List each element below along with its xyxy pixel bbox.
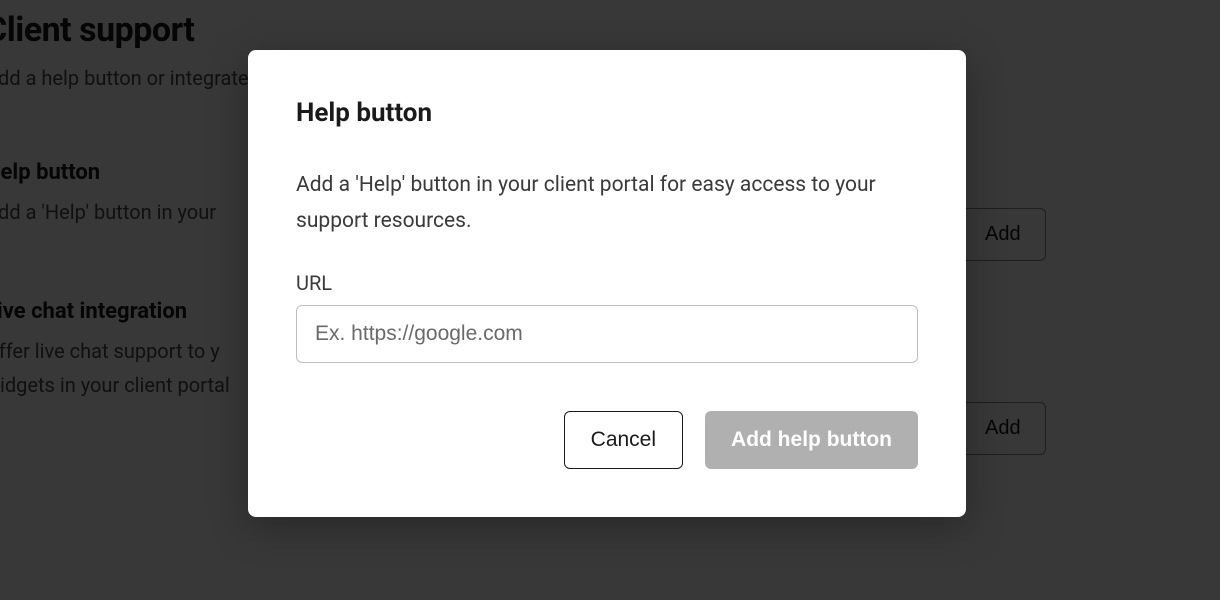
- url-label: URL: [296, 271, 918, 295]
- help-button-modal: Help button Add a 'Help' button in your …: [248, 50, 966, 517]
- modal-description: Add a 'Help' button in your client porta…: [296, 168, 918, 239]
- modal-title: Help button: [296, 98, 918, 128]
- cancel-button[interactable]: Cancel: [564, 411, 683, 469]
- add-help-button-submit[interactable]: Add help button: [705, 411, 918, 469]
- modal-actions: Cancel Add help button: [296, 411, 918, 469]
- url-input[interactable]: [296, 305, 918, 363]
- modal-overlay[interactable]: Help button Add a 'Help' button in your …: [0, 0, 1220, 600]
